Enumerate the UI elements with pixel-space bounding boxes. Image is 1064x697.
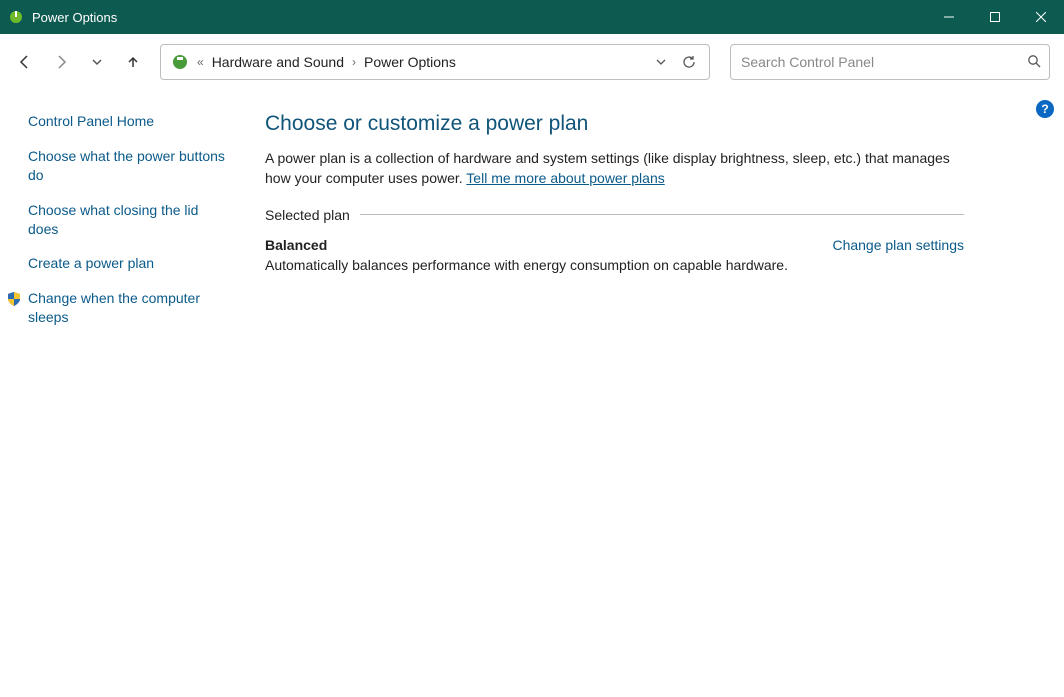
tell-me-more-link[interactable]: Tell me more about power plans	[466, 170, 664, 186]
sidebar: Control Panel Home Choose what the power…	[0, 90, 235, 697]
search-icon[interactable]	[1027, 54, 1041, 71]
plan-row: Balanced Change plan settings	[265, 237, 964, 253]
window-title: Power Options	[32, 10, 117, 25]
page-description: A power plan is a collection of hardware…	[265, 148, 964, 189]
sidebar-link-computer-sleeps[interactable]: Change when the computer sleeps	[28, 289, 225, 327]
selected-plan-header: Selected plan	[265, 207, 964, 223]
search-input[interactable]	[739, 53, 1027, 71]
selected-plan-label: Selected plan	[265, 207, 350, 223]
control-panel-home-link[interactable]: Control Panel Home	[28, 112, 225, 131]
location-icon	[169, 51, 191, 73]
uac-shield-icon	[6, 291, 22, 307]
sidebar-link-power-buttons[interactable]: Choose what the power buttons do	[28, 147, 225, 185]
chevron-right-icon: ›	[350, 55, 358, 69]
change-plan-settings-link[interactable]: Change plan settings	[832, 237, 964, 253]
power-options-icon	[8, 9, 24, 25]
search-box[interactable]	[730, 44, 1050, 80]
breadcrumb-current[interactable]: Power Options	[358, 50, 462, 74]
refresh-button[interactable]	[675, 48, 703, 76]
navigation-bar: « Hardware and Sound › Power Options	[0, 34, 1064, 90]
titlebar: Power Options	[0, 0, 1064, 34]
divider	[360, 214, 964, 215]
sidebar-link-label: Change when the computer sleeps	[28, 290, 200, 325]
plan-description: Automatically balances performance with …	[265, 257, 964, 273]
minimize-button[interactable]	[926, 0, 972, 34]
back-button[interactable]	[10, 47, 40, 77]
sidebar-link-closing-lid[interactable]: Choose what closing the lid does	[28, 201, 225, 239]
breadcrumb-parent[interactable]: Hardware and Sound	[206, 50, 350, 74]
page-heading: Choose or customize a power plan	[265, 112, 964, 136]
main-panel: Choose or customize a power plan A power…	[235, 90, 1064, 697]
up-button[interactable]	[118, 47, 148, 77]
address-bar[interactable]: « Hardware and Sound › Power Options	[160, 44, 710, 80]
content-area: ? Control Panel Home Choose what the pow…	[0, 90, 1064, 697]
help-button[interactable]: ?	[1036, 100, 1054, 118]
address-dropdown-button[interactable]	[647, 48, 675, 76]
sidebar-link-create-plan[interactable]: Create a power plan	[28, 254, 225, 273]
plan-name: Balanced	[265, 237, 812, 253]
maximize-button[interactable]	[972, 0, 1018, 34]
recent-locations-button[interactable]	[82, 47, 112, 77]
breadcrumb-prefix: «	[195, 55, 206, 69]
forward-button[interactable]	[46, 47, 76, 77]
close-button[interactable]	[1018, 0, 1064, 34]
